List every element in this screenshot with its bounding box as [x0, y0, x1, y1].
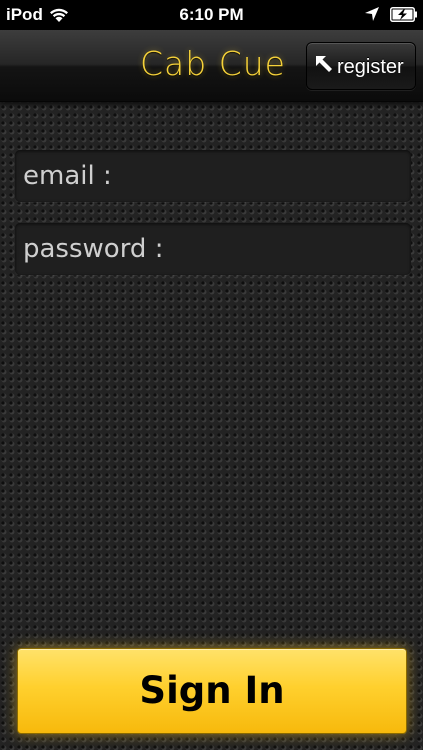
location-icon — [365, 7, 379, 21]
status-bar: iPod 6:10 PM — [0, 0, 423, 30]
password-field-container — [15, 223, 411, 275]
email-field-container — [15, 150, 411, 202]
sign-in-label: Sign In — [139, 669, 285, 712]
password-field[interactable] — [15, 223, 411, 275]
register-label: register — [337, 56, 404, 78]
register-button[interactable]: register — [306, 42, 416, 90]
email-field[interactable] — [15, 150, 411, 202]
battery-charging-icon — [390, 7, 417, 22]
status-time: 6:10 PM — [179, 5, 244, 24]
sign-in-button[interactable]: Sign In — [17, 648, 407, 734]
arrow-up-left-icon — [316, 56, 332, 72]
app-title: Cab Cue — [140, 44, 286, 83]
nav-bar: Cab Cue register — [0, 30, 423, 102]
